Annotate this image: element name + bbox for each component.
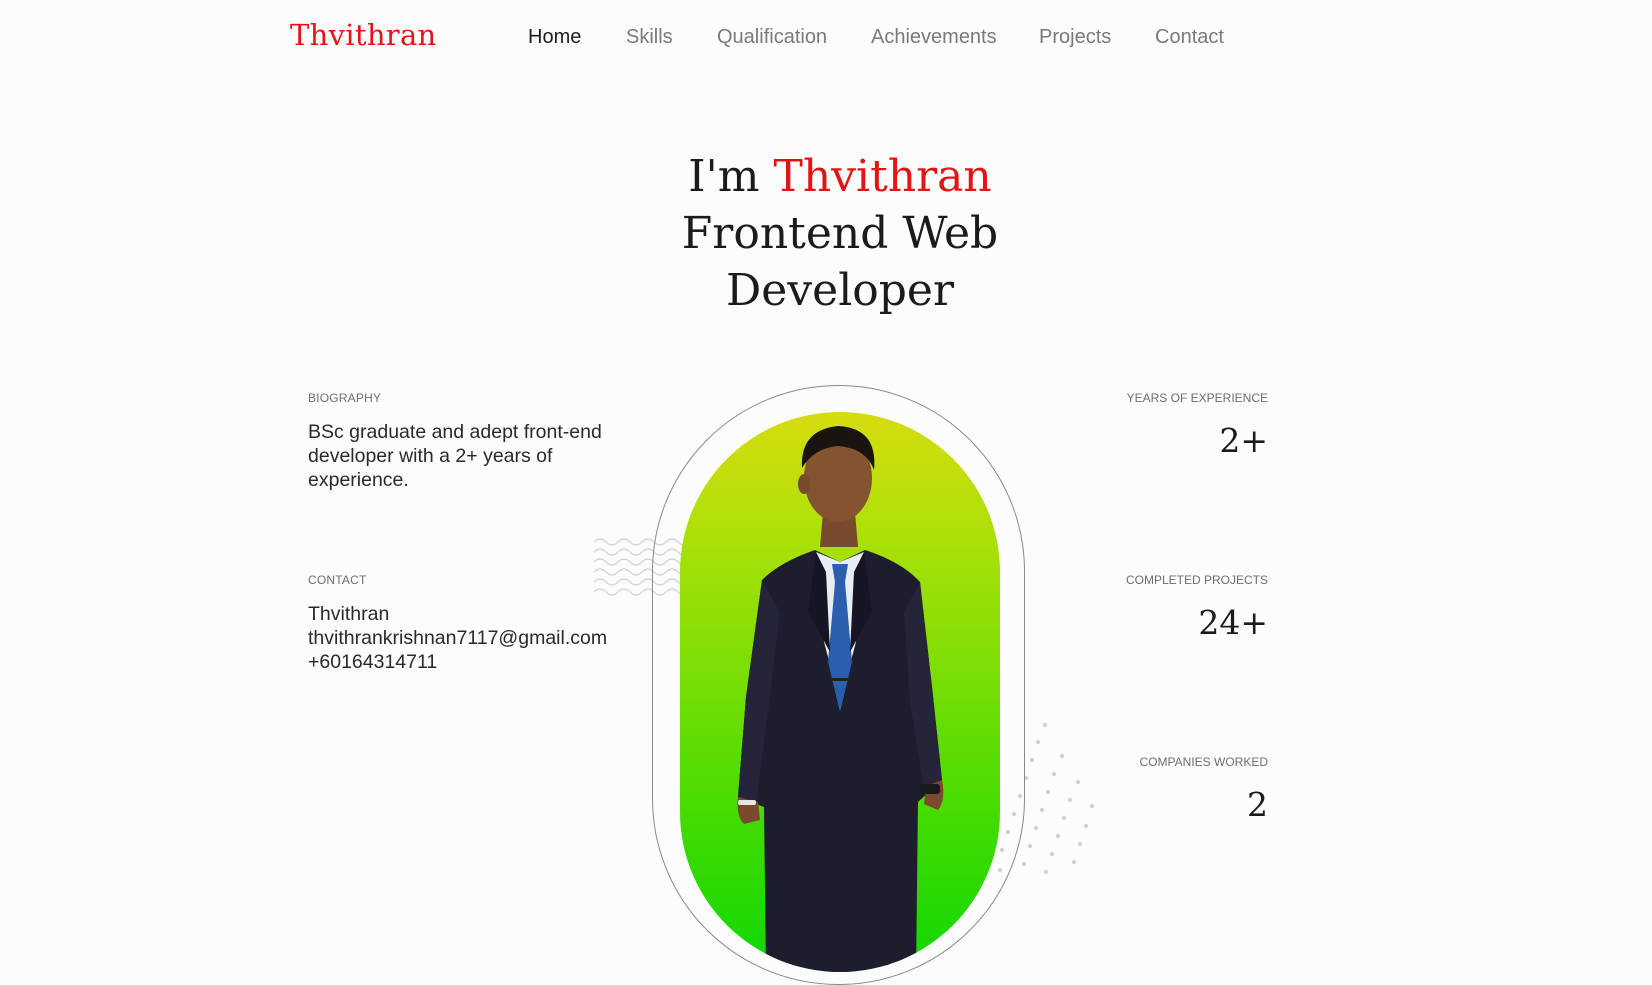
hero-line-2: Frontend Web [681, 208, 999, 259]
contact-label: CONTACT [308, 573, 367, 587]
stat-label-companies: COMPANIES WORKED [1139, 755, 1268, 769]
stat-value-projects: 24+ [1198, 603, 1268, 642]
hero-prefix: I'm [688, 151, 760, 202]
contact-name: Thvithran [308, 603, 390, 625]
profile-photo [680, 412, 1000, 972]
nav-skills[interactable]: Skills [626, 26, 673, 49]
nav-contact[interactable]: Contact [1155, 26, 1224, 49]
hero-line-1: I'm Thvithran [0, 148, 1652, 205]
stat-label-projects: COMPLETED PROJECTS [1125, 573, 1268, 587]
stat-value-companies: 2 [1247, 785, 1268, 824]
person-in-suit-illustration [737, 426, 944, 972]
contact-phone[interactable]: +60164314711 [308, 650, 437, 674]
hero-name: Thvithran [773, 151, 992, 202]
contact-email[interactable]: thvithrankrishnan7117@gmail.com [308, 626, 607, 650]
nav-projects[interactable]: Projects [1039, 26, 1111, 49]
site-logo[interactable]: Thvithran [290, 18, 437, 52]
biography-text: BSc graduate and adept front-end develop… [308, 421, 602, 491]
stat-value-experience: 2+ [1219, 421, 1268, 460]
nav-qualification[interactable]: Qualification [717, 26, 827, 49]
hero-line-3: Developer [725, 265, 954, 316]
nav-achievements[interactable]: Achievements [871, 26, 997, 49]
hero-heading: I'm Thvithran Frontend Web Developer [0, 148, 1652, 319]
biography-label: BIOGRAPHY [308, 391, 382, 405]
stat-label-experience: YEARS OF EXPERIENCE [1126, 391, 1268, 405]
nav-home[interactable]: Home [528, 26, 581, 49]
